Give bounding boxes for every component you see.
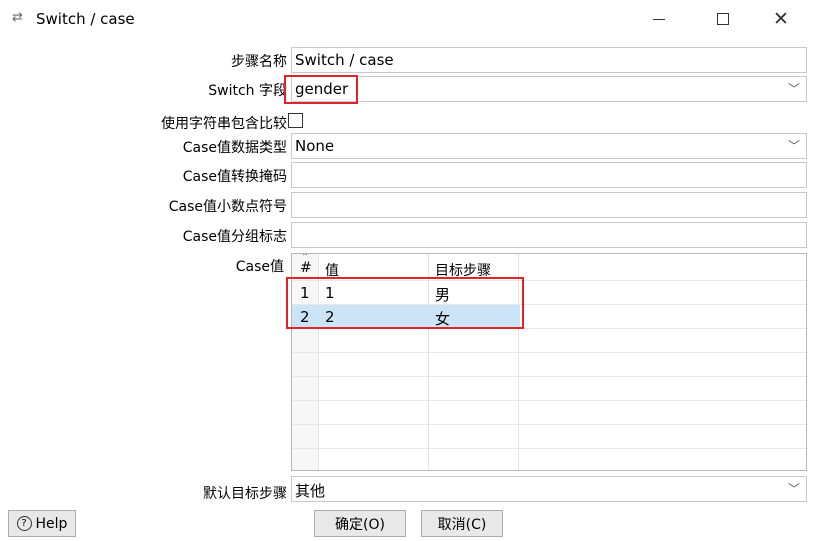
- header-target[interactable]: 目标步骤: [435, 260, 491, 280]
- case-data-type-value: None: [295, 137, 335, 155]
- row-value[interactable]: 2: [325, 308, 335, 326]
- help-label: Help: [35, 515, 68, 532]
- ok-button[interactable]: 确定(O): [314, 510, 406, 537]
- case-decimal-label: Case值小数点符号: [168, 199, 287, 215]
- table-header: ⌃ # 值 目标步骤: [292, 254, 806, 280]
- chevron-down-icon: ﹀: [787, 139, 800, 153]
- switch-field-label: Switch 字段: [208, 83, 287, 99]
- row-num: 1: [300, 284, 310, 302]
- minimize-button[interactable]: [636, 4, 682, 34]
- case-mask-label: Case值转换掩码: [182, 169, 287, 185]
- table-row[interactable]: 1 1 男: [292, 281, 520, 305]
- title-bar: ⇄ Switch / case ✕: [0, 0, 817, 38]
- header-num[interactable]: #: [300, 260, 312, 276]
- close-icon: ✕: [773, 7, 789, 30]
- close-button[interactable]: ✕: [758, 4, 804, 34]
- chevron-down-icon: ﹀: [787, 82, 800, 96]
- case-grouping-input[interactable]: [291, 222, 807, 248]
- table-row[interactable]: 2 2 女: [292, 305, 520, 329]
- case-decimal-input[interactable]: [291, 192, 807, 218]
- row-divider: [292, 424, 806, 425]
- window-title: Switch / case: [36, 10, 135, 28]
- maximize-icon: [717, 13, 729, 25]
- step-name-label: 步骤名称: [231, 54, 287, 70]
- row-value[interactable]: 1: [325, 284, 335, 302]
- header-value[interactable]: 值: [325, 260, 339, 280]
- help-button[interactable]: ? Help: [8, 510, 76, 537]
- minimize-icon: [653, 18, 665, 20]
- row-divider: [292, 400, 806, 401]
- swap-arrows-icon: ⇄: [12, 10, 23, 25]
- row-target[interactable]: 女: [435, 308, 450, 329]
- step-name-input[interactable]: Switch / case: [291, 47, 807, 73]
- default-target-value: 其他: [295, 482, 326, 500]
- row-divider: [292, 352, 806, 353]
- case-mask-input[interactable]: [291, 162, 807, 188]
- case-values-table[interactable]: ⌃ # 值 目标步骤 1 1 男 2 2 女: [291, 253, 807, 471]
- case-data-type-label: Case值数据类型: [182, 140, 287, 156]
- case-grouping-label: Case值分组标志: [182, 229, 287, 245]
- string-contains-checkbox[interactable]: [288, 113, 303, 128]
- switch-field-value: gender: [295, 80, 349, 98]
- row-divider: [292, 376, 806, 377]
- maximize-button[interactable]: [700, 4, 746, 34]
- case-data-type-combo[interactable]: None ﹀: [291, 133, 807, 159]
- cancel-button[interactable]: 取消(C): [421, 510, 503, 537]
- default-target-label: 默认目标步骤: [203, 486, 287, 502]
- default-target-combo[interactable]: 其他 ﹀: [291, 476, 807, 502]
- chevron-down-icon: ﹀: [787, 482, 800, 496]
- question-icon: ?: [16, 516, 32, 531]
- switch-field-combo[interactable]: gender ﹀: [291, 76, 807, 102]
- row-divider: [292, 448, 806, 449]
- case-values-label: Case值: [235, 259, 284, 275]
- row-num: 2: [300, 308, 310, 326]
- string-contains-label: 使用字符串包含比较: [161, 116, 287, 132]
- row-target[interactable]: 男: [435, 284, 450, 305]
